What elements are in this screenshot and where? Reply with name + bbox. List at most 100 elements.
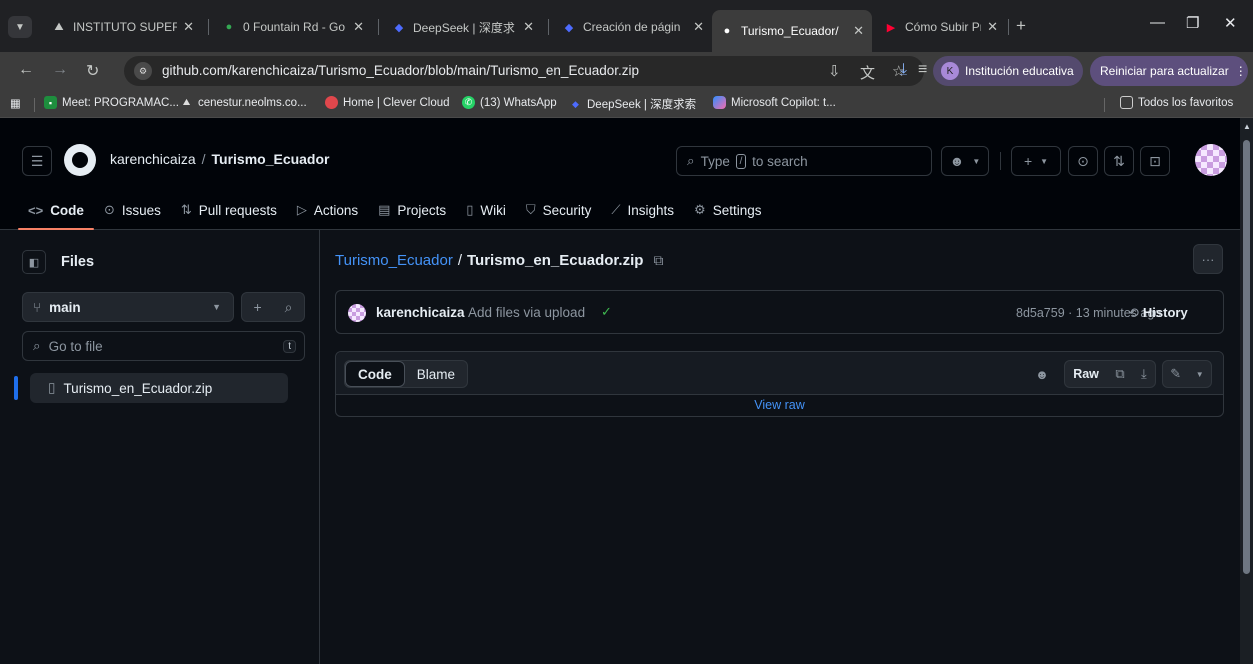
tab-search-dropdown-icon[interactable]: ▼ <box>8 16 32 38</box>
close-tab-icon[interactable]: ✕ <box>183 19 194 35</box>
close-tab-icon[interactable]: ✕ <box>987 19 998 35</box>
url-text[interactable]: github.com/karenchicaiza/Turismo_Ecuador… <box>162 63 639 78</box>
raw-button[interactable]: Raw <box>1073 367 1099 381</box>
pencil-icon[interactable]: ✎ <box>1170 366 1181 382</box>
translate-icon[interactable]: 文 <box>860 62 875 83</box>
close-tab-icon[interactable]: ✕ <box>353 19 364 35</box>
apps-grid-icon[interactable]: ▦ <box>10 96 21 110</box>
branch-selector[interactable]: ⑂ main ▼ <box>22 292 234 322</box>
tab-code[interactable]: <> Code <box>18 196 94 230</box>
close-tab-icon[interactable]: ✕ <box>853 23 864 39</box>
tree-item-label: Turismo_en_Ecuador.zip <box>63 380 213 396</box>
search-icon[interactable]: ⌕ <box>285 299 293 316</box>
scroll-up-icon[interactable]: ▲ <box>1243 122 1251 131</box>
code-tab[interactable]: Code <box>345 361 405 387</box>
collapse-sidebar-icon[interactable]: ◧ <box>22 250 46 274</box>
browser-tab-1[interactable]: ⛰ INSTITUTO SUPERI ✕ <box>44 12 202 42</box>
tab-wiki[interactable]: ▯ Wiki <box>456 196 516 224</box>
bookmark-whatsapp[interactable]: ✆ (13) WhatsApp <box>462 96 557 109</box>
tab-actions[interactable]: ▷ Actions <box>287 196 368 224</box>
close-tab-icon[interactable]: ✕ <box>693 19 704 35</box>
pull-requests-button[interactable]: ⇅ <box>1104 146 1134 176</box>
chevron-down-icon[interactable]: ▼ <box>1196 370 1204 379</box>
browser-tab-6[interactable]: ▶ Cómo Subir Proye ✕ <box>876 12 1006 42</box>
file-toolbar: Code Blame ☻ Raw ⧉ ⤓ ✎ ▼ <box>336 352 1223 395</box>
browser-tab-4[interactable]: ◆ Creación de págin ✕ <box>554 12 712 42</box>
github-logo-icon[interactable] <box>64 144 96 176</box>
hamburger-menu-icon[interactable]: ☰ <box>22 146 52 176</box>
tab-projects[interactable]: ▤ Projects <box>368 196 456 224</box>
avatar[interactable] <box>348 304 366 322</box>
tab-issues[interactable]: ⊙ Issues <box>94 196 171 224</box>
history-button[interactable]: ⟲ History <box>1128 305 1188 321</box>
bookmarks-bar: ▦ ▪ Meet: PROGRAMAC... ⛰ cenestur.neolms… <box>0 90 1253 118</box>
issues-button[interactable]: ⊙ <box>1068 146 1098 176</box>
tab-security[interactable]: ⛉ Security <box>516 196 602 224</box>
chevron-down-icon: ▼ <box>972 156 981 166</box>
profile-button[interactable]: K Institución educativa <box>933 56 1083 86</box>
avatar[interactable] <box>1195 144 1227 176</box>
reading-list-icon[interactable]: ≡ <box>918 61 927 79</box>
copy-icon[interactable]: ⧉ <box>1115 366 1124 382</box>
institute-icon: ⛰ <box>182 97 191 107</box>
file-icon: ▯ <box>48 380 56 395</box>
close-tab-icon[interactable]: ✕ <box>523 19 534 35</box>
install-app-icon[interactable]: ⇩ <box>828 62 841 80</box>
bookmark-cenestur[interactable]: ⛰ cenestur.neolms.co... <box>180 96 307 109</box>
commit-author[interactable]: karenchicaiza <box>376 305 465 320</box>
deepseek-icon: ◆ <box>564 21 574 34</box>
update-button[interactable]: Reiniciar para actualizar ⋮ <box>1090 56 1248 86</box>
browser-tab-active[interactable]: ● Turismo_Ecuador/ ✕ <box>712 10 872 52</box>
scroll-thumb[interactable] <box>1243 140 1250 574</box>
browser-tab-2[interactable]: ● 0 Fountain Rd - Go ✕ <box>214 12 372 42</box>
go-to-file-input[interactable]: ⌕ Go to file t <box>22 331 305 361</box>
tab-settings[interactable]: ⚙ Settings <box>684 196 771 224</box>
update-label: Reiniciar para actualizar <box>1100 64 1229 78</box>
minimize-icon[interactable]: — <box>1150 14 1165 31</box>
back-icon[interactable]: ← <box>18 61 34 79</box>
bookmark-deepseek[interactable]: ◆ DeepSeek | 深度求索 <box>569 96 696 112</box>
bookmark-meet[interactable]: ▪ Meet: PROGRAMAC... <box>44 96 179 109</box>
global-search-input[interactable]: ⌕ Type / to search <box>676 146 932 176</box>
browser-tab-strip: ▼ ⛰ INSTITUTO SUPERI ✕ ● 0 Fountain Rd -… <box>0 0 1253 52</box>
restore-icon[interactable]: ❐ <box>1186 14 1199 32</box>
view-raw-link[interactable]: View raw <box>336 398 1223 412</box>
close-window-icon[interactable]: ✕ <box>1224 14 1237 32</box>
owner-link[interactable]: karenchicaiza <box>110 151 196 167</box>
address-bar[interactable]: ⚙ github.com/karenchicaiza/Turismo_Ecuad… <box>124 56 924 86</box>
maps-pin-icon: ● <box>225 21 233 33</box>
site-info-icon[interactable]: ⚙ <box>134 62 152 80</box>
reload-icon[interactable]: ↻ <box>86 61 99 81</box>
copilot-button[interactable]: ☻ ▼ <box>941 146 989 176</box>
commit-message[interactable]: Add files via upload <box>468 305 585 320</box>
latest-commit-bar: karenchicaiza Add files via upload ✓ 8d5… <box>335 290 1224 334</box>
code-blame-toggle: Code Blame <box>344 360 469 388</box>
download-icon[interactable]: ⤓ <box>1141 366 1147 382</box>
add-file-icon[interactable]: + <box>253 299 261 315</box>
browser-toolbar: ← → ↻ ⚙ github.com/karenchicaiza/Turismo… <box>0 52 1253 90</box>
new-tab-icon[interactable]: + <box>1016 16 1026 36</box>
page-scrollbar[interactable]: ▲ <box>1240 118 1253 664</box>
inbox-button[interactable]: ⊡ <box>1140 146 1170 176</box>
clever-cloud-icon <box>325 96 338 109</box>
browser-tab-3[interactable]: ◆ DeepSeek | 深度求 ✕ <box>384 12 542 42</box>
tree-item-file[interactable]: ▯ Turismo_en_Ecuador.zip <box>30 373 288 403</box>
bookmark-clever-cloud[interactable]: Home | Clever Cloud <box>325 96 450 109</box>
create-new-button[interactable]: + ▼ <box>1011 146 1061 176</box>
all-bookmarks-button[interactable]: Todos los favoritos <box>1120 96 1233 109</box>
forward-icon[interactable]: → <box>52 61 68 79</box>
copy-path-icon[interactable]: ⧉ <box>653 252 663 268</box>
copilot-icon[interactable]: ☻ <box>1030 360 1054 388</box>
repo-link[interactable]: Turismo_Ecuador <box>212 151 330 167</box>
more-options-icon[interactable]: ··· <box>1193 244 1223 274</box>
search-shortcut-key: / <box>735 153 747 169</box>
repo-breadcrumb-link[interactable]: Turismo_Ecuador <box>335 252 453 269</box>
blame-tab[interactable]: Blame <box>405 361 467 387</box>
repo-breadcrumb: karenchicaiza / Turismo_Ecuador <box>110 151 330 167</box>
selected-item-marker <box>14 376 18 400</box>
tab-insights[interactable]: ⟋ Insights <box>601 196 684 224</box>
bookmark-copilot[interactable]: Microsoft Copilot: t... <box>713 96 836 109</box>
pull-request-icon: ⇅ <box>180 202 192 217</box>
tab-pull-requests[interactable]: ⇅ Pull requests <box>171 196 287 224</box>
downloads-icon[interactable]: ⤓ <box>900 61 907 79</box>
